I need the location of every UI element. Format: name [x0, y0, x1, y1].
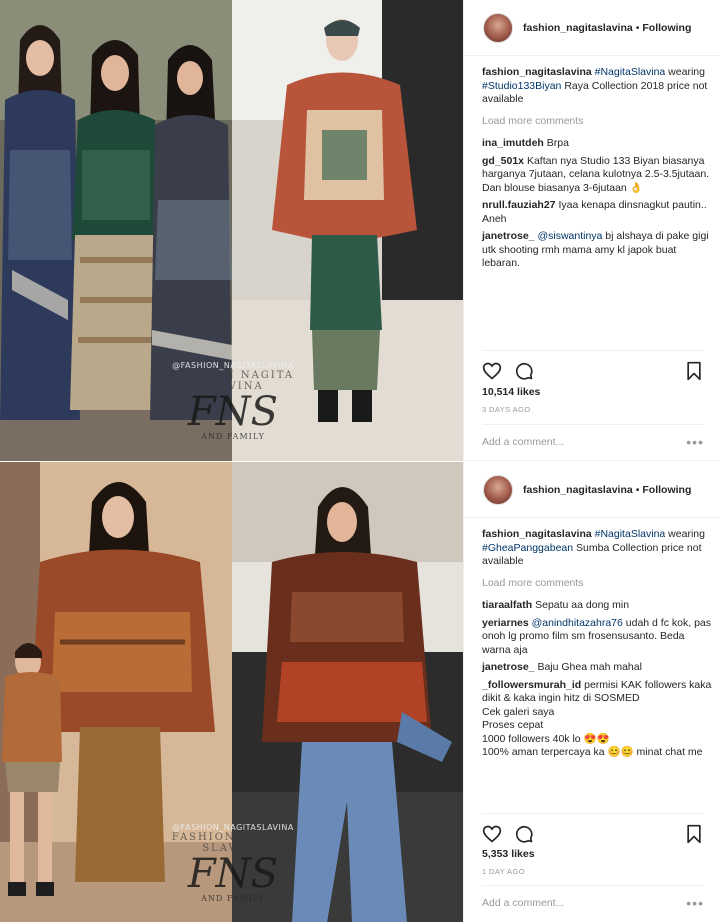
caption: fashion_nagitaslavina #NagitaSlavina wea… [482, 528, 712, 569]
hashtag-link[interactable]: #NagitaSlavina [595, 66, 666, 78]
separator-dot: • [635, 21, 640, 34]
heart-icon[interactable] [482, 361, 502, 381]
more-options-icon[interactable]: ••• [686, 895, 704, 911]
following-button[interactable]: Following [642, 22, 691, 34]
photo-panel-seated-woman [232, 462, 463, 922]
comment-icon[interactable] [514, 824, 534, 844]
add-comment-placeholder: Add a comment... [482, 436, 565, 448]
load-more-comments-link[interactable]: Load more comments [482, 577, 712, 591]
likes-count[interactable]: 10,514 likes [482, 386, 540, 398]
following-button[interactable]: Following [642, 484, 691, 496]
bookmark-icon[interactable] [684, 824, 704, 844]
caption: fashion_nagitaslavina #NagitaSlavina wea… [482, 66, 712, 107]
comment-username[interactable]: janetrose_ [482, 661, 535, 673]
more-options-icon[interactable]: ••• [686, 434, 704, 450]
comment-item: janetrose_ Baju Ghea mah mahal [482, 661, 712, 675]
hashtag-link[interactable]: #Studio133Biyan [482, 80, 561, 92]
photo-panel-three-women [0, 0, 232, 461]
comment-username[interactable]: nrull.fauziah27 [482, 199, 556, 211]
mention-link[interactable]: @siswantinya [537, 230, 602, 242]
caption-username[interactable]: fashion_nagitaslavina [482, 528, 592, 540]
comment-item: gd_501x Kaftan nya Studio 133 Biyan bias… [482, 155, 712, 196]
avatar[interactable] [483, 474, 513, 505]
post-1: @FASHION_NAGITASLAVINA FASHION NAGITA SL… [0, 0, 720, 461]
post-username[interactable]: fashion_nagitaslavina [523, 484, 633, 496]
comment-text: Sepatu aa dong min [535, 599, 630, 611]
separator-dot: • [635, 483, 640, 496]
post-header: fashion_nagitaslavina • Following [464, 0, 720, 56]
caption-username[interactable]: fashion_nagitaslavina [482, 66, 592, 78]
photo-panel-mother-and-son [0, 462, 232, 922]
comment-username[interactable]: janetrose_ [482, 230, 535, 242]
comment-text: Brpa [546, 137, 569, 149]
comment-username[interactable]: tiaraalfath [482, 599, 532, 611]
mention-link[interactable]: @anindhitazahra76 [532, 617, 623, 629]
post-timestamp[interactable]: 1 DAY AGO [482, 867, 525, 876]
comment-item: janetrose_ @siswantinya bj alshaya di pa… [482, 230, 712, 271]
heart-icon[interactable] [482, 824, 502, 844]
hashtag-link[interactable]: #GheaPanggabean [482, 542, 573, 554]
post-username[interactable]: fashion_nagitaslavina [523, 22, 633, 34]
comment-item: tiaraalfath Sepatu aa dong min [482, 599, 712, 613]
add-comment-placeholder: Add a comment... [482, 897, 565, 909]
action-bar [482, 813, 704, 844]
caption-text: wearing [665, 528, 705, 540]
action-bar [482, 350, 704, 381]
post-header: fashion_nagitaslavina • Following [464, 462, 720, 518]
post-photo[interactable]: @FASHION_NAGITASLAVINA FASHION NAGITA SL… [0, 462, 463, 922]
comment-username[interactable]: _followersmurah_id [482, 679, 581, 691]
comment-item: yeriarnes @anindhitazahra76 udah d fc ko… [482, 617, 712, 658]
comment-username[interactable]: yeriarnes [482, 617, 529, 629]
comment-text: Baju Ghea mah mahal [537, 661, 642, 673]
likes-count[interactable]: 5,353 likes [482, 848, 535, 860]
post-photo[interactable]: @FASHION_NAGITASLAVINA FASHION NAGITA SL… [0, 0, 463, 461]
post-timestamp[interactable]: 3 DAYS AGO [482, 405, 530, 414]
comment-item: _followersmurah_id permisi KAK followers… [482, 679, 712, 760]
post-2: @FASHION_NAGITASLAVINA FASHION NAGITA SL… [0, 462, 720, 922]
post-sidebar: fashion_nagitaslavina • Following fashio… [463, 462, 720, 922]
photo-panel-runway-model [232, 0, 463, 461]
comment-item: ina_imutdeh Brpa [482, 137, 712, 151]
avatar[interactable] [483, 12, 513, 43]
add-comment-input[interactable]: Add a comment... ••• [482, 885, 704, 922]
comment-list: fashion_nagitaslavina #NagitaSlavina wea… [482, 66, 712, 275]
comment-item: nrull.fauziah27 Iyaa kenapa dinsnagkut p… [482, 199, 712, 226]
post-sidebar: fashion_nagitaslavina • Following fashio… [463, 0, 720, 460]
load-more-comments-link[interactable]: Load more comments [482, 115, 712, 129]
hashtag-link[interactable]: #NagitaSlavina [595, 528, 666, 540]
caption-text: wearing [665, 66, 705, 78]
bookmark-icon[interactable] [684, 361, 704, 381]
add-comment-input[interactable]: Add a comment... ••• [482, 424, 704, 461]
comment-list: fashion_nagitaslavina #NagitaSlavina wea… [482, 528, 712, 764]
comment-icon[interactable] [514, 361, 534, 381]
comment-username[interactable]: gd_501x [482, 155, 524, 167]
comment-username[interactable]: ina_imutdeh [482, 137, 544, 149]
